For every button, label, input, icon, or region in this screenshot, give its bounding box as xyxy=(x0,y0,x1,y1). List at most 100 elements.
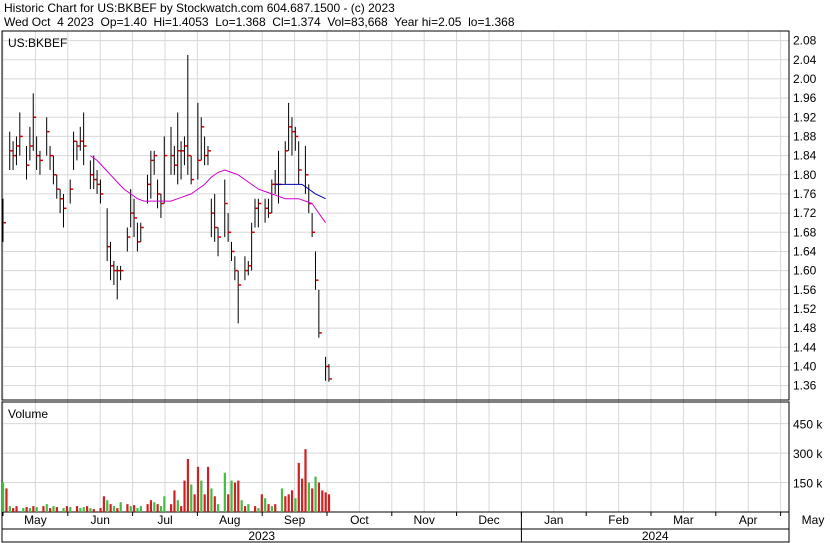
volume-bar xyxy=(75,506,79,512)
price-tick-label: 1.84 xyxy=(793,149,817,163)
volume-bar xyxy=(186,458,189,512)
volume-bar xyxy=(274,504,277,512)
price-tick-label: 1.36 xyxy=(793,379,817,393)
volume-bars xyxy=(2,449,331,512)
month-label: Aug xyxy=(219,513,240,527)
volume-bar xyxy=(153,502,156,512)
year-label: 2024 xyxy=(642,529,669,543)
volume-bar xyxy=(129,506,132,512)
volume-bar xyxy=(190,484,193,512)
volume-bar xyxy=(139,506,142,512)
price-tick-label: 1.56 xyxy=(793,283,817,297)
volume-bar xyxy=(35,507,38,512)
month-label: Mar xyxy=(673,513,694,527)
price-tick-label: 2.08 xyxy=(793,34,817,48)
volume-bar xyxy=(237,480,240,512)
volume-bar xyxy=(254,506,257,512)
volume-bar xyxy=(284,496,287,512)
volume-bar xyxy=(206,466,210,512)
month-label: Jun xyxy=(91,513,110,527)
month-label: Feb xyxy=(608,513,629,527)
volume-panel-frame xyxy=(1,401,790,513)
volume-bar xyxy=(301,478,304,512)
volume-bar xyxy=(106,500,109,512)
volume-bar xyxy=(280,488,284,512)
volume-bar xyxy=(307,482,310,512)
volume-bar xyxy=(196,466,200,512)
volume-bar xyxy=(176,500,179,512)
volume-bar xyxy=(227,494,230,512)
volume-bar xyxy=(126,504,129,512)
volume-bar xyxy=(257,508,260,512)
price-tick-label: 1.76 xyxy=(793,187,817,201)
time-axis-frame xyxy=(1,511,790,543)
volume-bar xyxy=(15,506,18,512)
volume-tick-label: 300 k xyxy=(793,447,823,461)
volume-bar xyxy=(65,506,69,512)
volume-bar xyxy=(193,494,196,512)
volume-panel-title: Volume xyxy=(8,407,48,421)
price-tick-label: 1.80 xyxy=(793,168,817,182)
volume-bar xyxy=(317,482,321,512)
volume-bar xyxy=(42,506,45,512)
volume-bar xyxy=(8,506,11,512)
volume-bar xyxy=(89,508,92,512)
volume-bar xyxy=(294,498,297,512)
volume-bar xyxy=(290,490,294,512)
price-tick-label: 1.52 xyxy=(793,302,817,316)
volume-bar xyxy=(109,504,112,512)
price-bars xyxy=(2,54,332,382)
price-tick-label: 1.60 xyxy=(793,264,817,278)
volume-tick-label: 150 k xyxy=(793,477,823,491)
price-tick-label: 1.72 xyxy=(793,206,817,220)
volume-bar xyxy=(247,504,250,512)
volume-bar xyxy=(62,508,65,512)
volume-bar xyxy=(327,494,331,512)
price-tick-label: 1.96 xyxy=(793,91,817,105)
price-tick-label: 1.92 xyxy=(793,110,817,124)
moving-average-short xyxy=(275,183,326,200)
month-label: Jul xyxy=(157,513,172,527)
volume-bar xyxy=(92,509,95,512)
month-label: May xyxy=(802,513,825,527)
volume-bar xyxy=(297,462,300,512)
volume-bar xyxy=(200,480,203,512)
price-tick-label: 1.64 xyxy=(793,244,817,258)
volume-bar xyxy=(45,504,48,512)
grid xyxy=(2,31,789,512)
price-tick-label: 2.00 xyxy=(793,72,817,86)
volume-bar xyxy=(25,507,28,512)
month-label: Jan xyxy=(544,513,563,527)
volume-bar xyxy=(136,508,139,512)
volume-bar xyxy=(321,490,324,512)
volume-bar xyxy=(311,488,314,512)
volume-bar xyxy=(49,508,52,512)
month-label: May xyxy=(24,513,47,527)
volume-bar xyxy=(5,488,8,512)
volume-bar xyxy=(112,506,116,512)
stock-chart: 2.08 2.04 2.00 1.96 1.92 1.88 1.84 1.80 1.76 1.72… xyxy=(1,30,825,543)
volume-bar xyxy=(22,508,25,512)
volume-bar xyxy=(52,506,55,512)
price-tick-label: 1.88 xyxy=(793,129,817,143)
volume-bar xyxy=(116,508,119,512)
volume-bar xyxy=(243,506,247,512)
volume-bar xyxy=(156,504,159,512)
volume-bar xyxy=(32,506,35,512)
volume-bar xyxy=(2,482,5,512)
price-tick-label: 1.44 xyxy=(793,340,817,354)
volume-bar xyxy=(213,496,216,512)
volume-bar xyxy=(55,507,58,512)
volume-tick-label: 450 k xyxy=(793,418,823,432)
price-tick-label: 1.48 xyxy=(793,321,817,335)
volume-bar xyxy=(28,508,32,512)
month-label: Dec xyxy=(478,513,499,527)
chart-frame xyxy=(1,30,790,543)
volume-bar xyxy=(183,480,186,512)
volume-bar xyxy=(260,494,263,512)
volume-bar xyxy=(82,507,85,512)
volume-bar xyxy=(267,504,270,512)
volume-bar xyxy=(180,506,183,512)
volume-bar xyxy=(146,504,149,512)
volume-bar xyxy=(69,507,72,512)
